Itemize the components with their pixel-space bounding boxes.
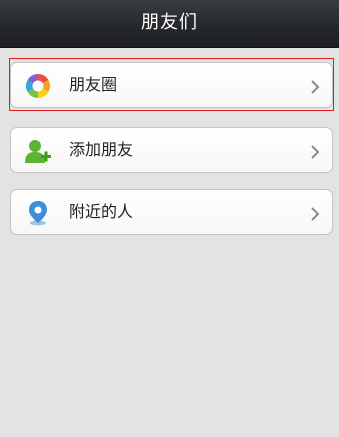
menu-item-label: 添加朋友	[69, 140, 134, 159]
page-title: 朋友们	[141, 12, 198, 33]
add-friend-icon	[25, 138, 51, 164]
chevron-right-icon	[310, 79, 320, 94]
chevron-right-icon	[310, 144, 320, 159]
menu-item-add-friend[interactable]: 添加朋友	[10, 127, 333, 173]
location-pin-icon	[25, 200, 51, 226]
menu-item-label: 附近的人	[69, 202, 134, 221]
moments-aperture-icon	[25, 73, 51, 99]
menu-item-moments[interactable]: 朋友圈	[10, 62, 333, 108]
menu-item-label: 朋友圈	[69, 75, 118, 94]
menu-item-people-nearby[interactable]: 附近的人	[10, 189, 333, 235]
chevron-right-icon	[310, 206, 320, 221]
title-bar: 朋友们	[0, 0, 339, 48]
